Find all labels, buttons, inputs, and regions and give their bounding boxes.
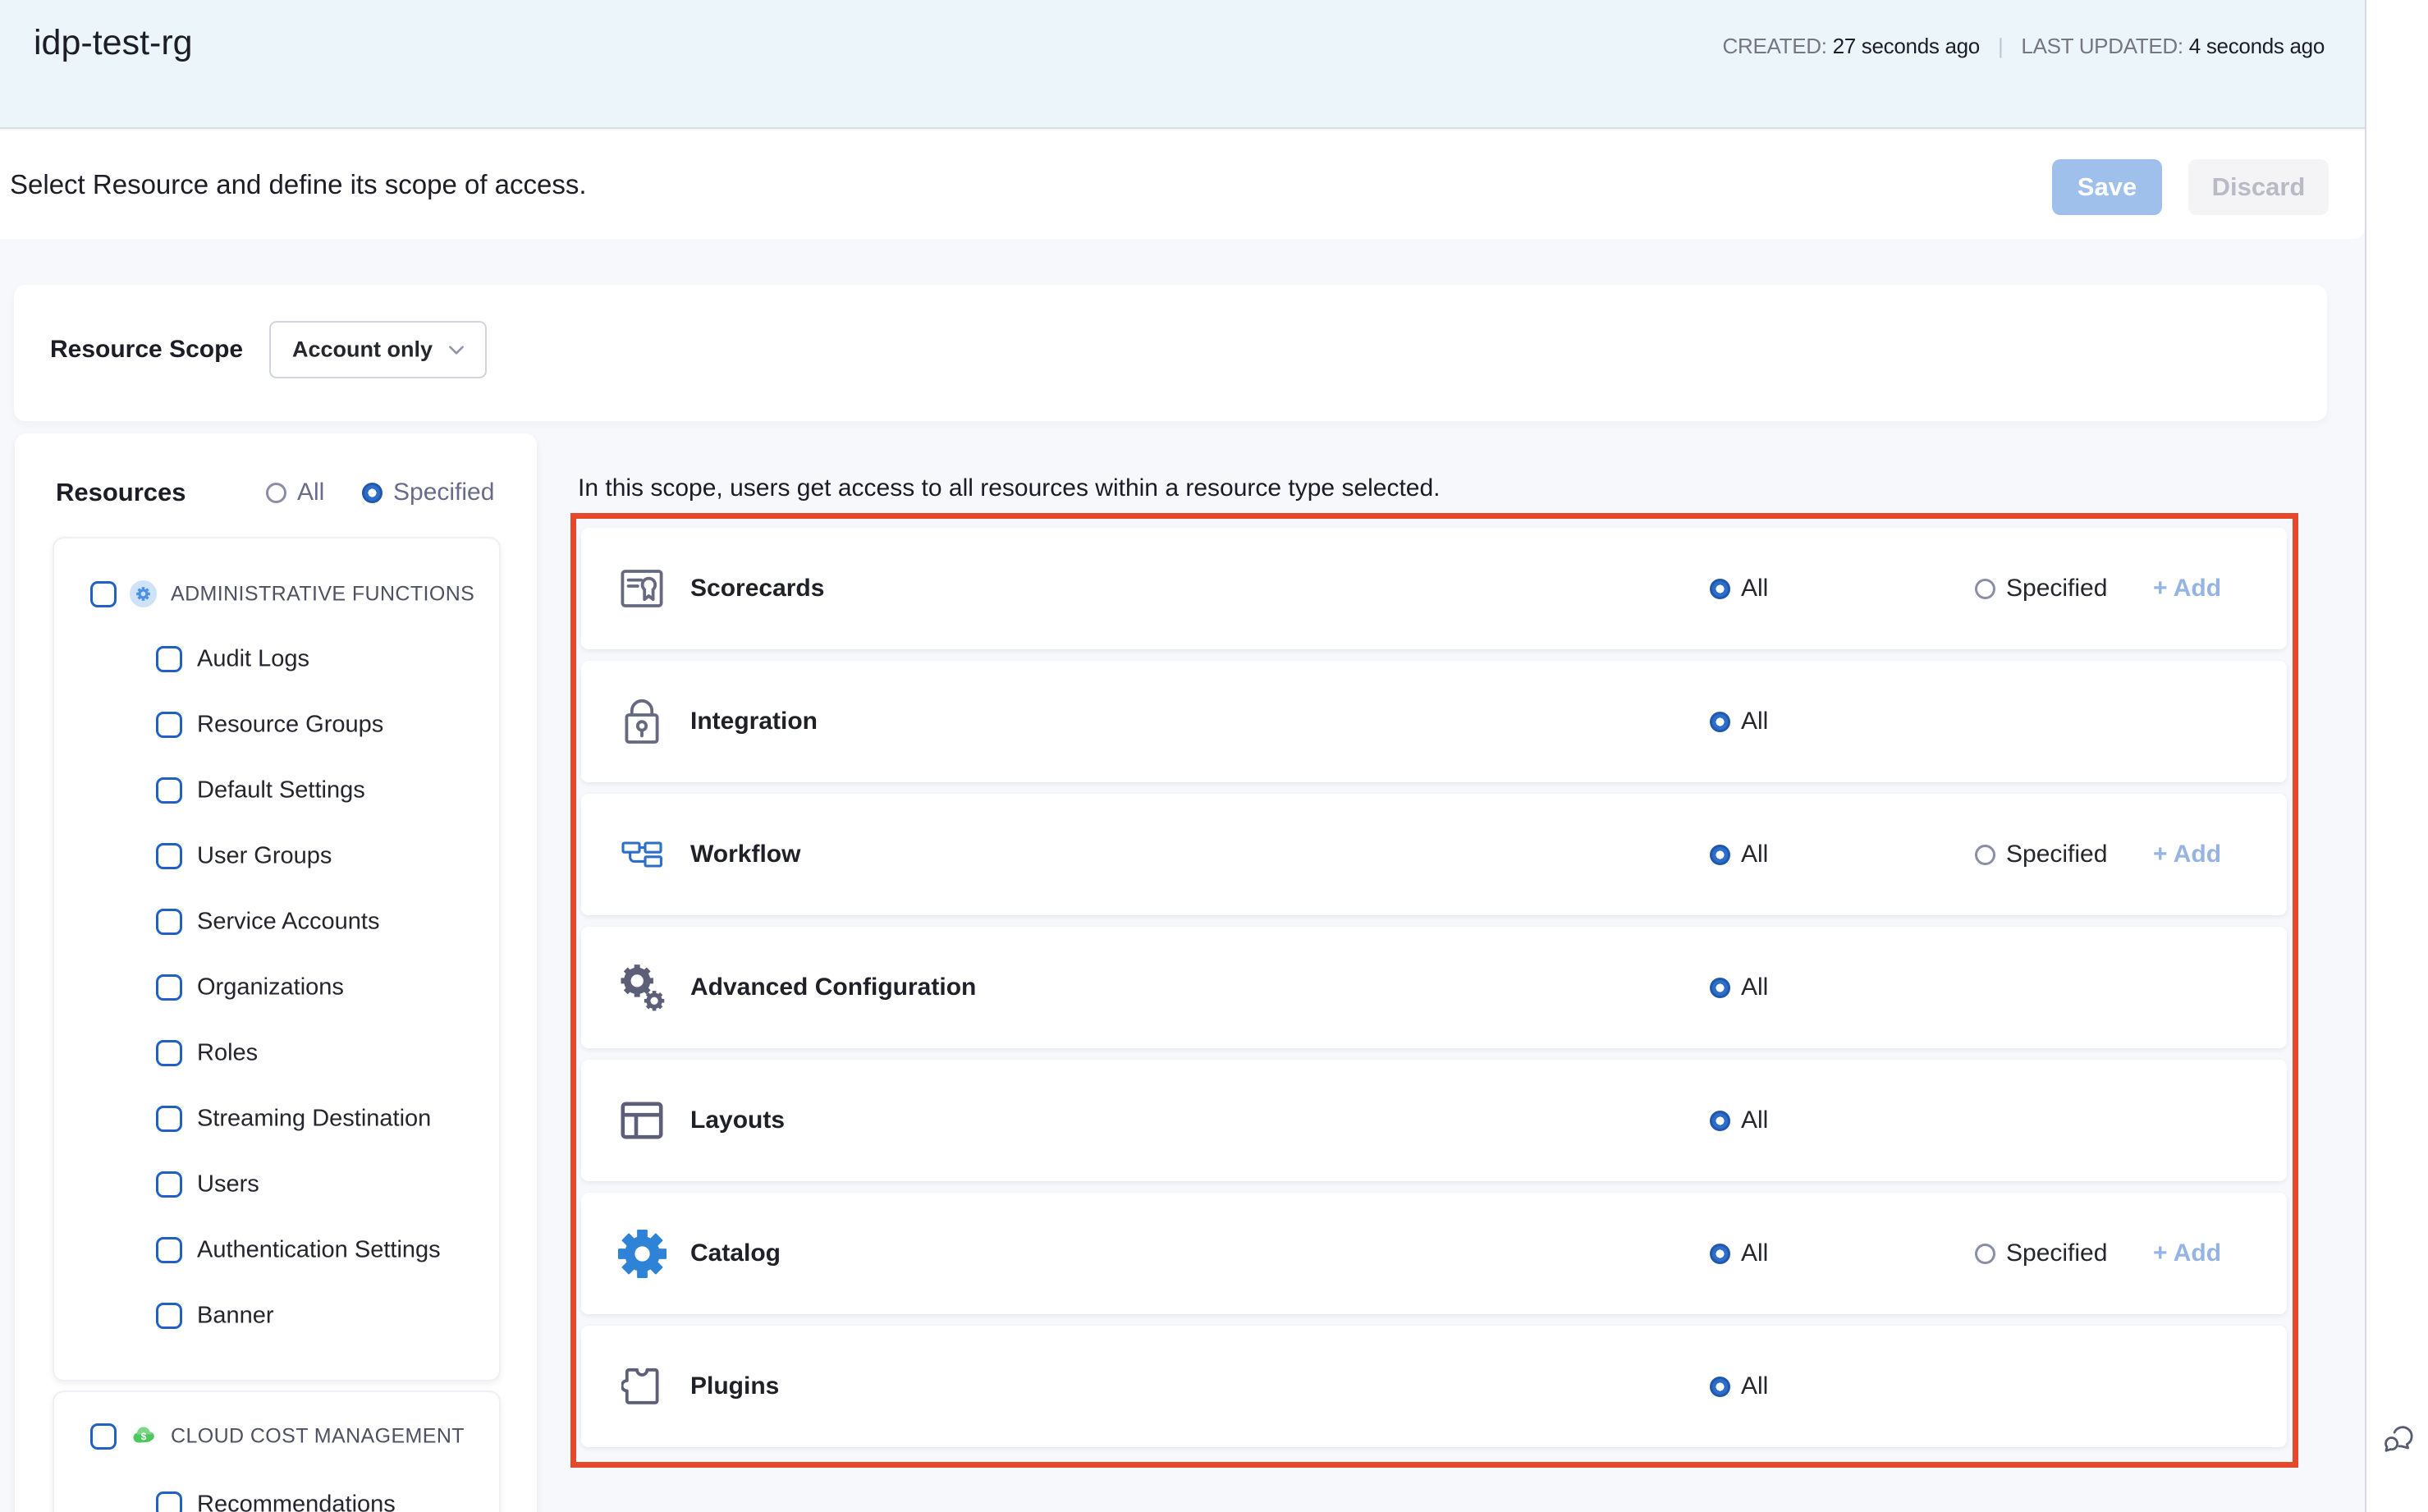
- svg-text:$: $: [140, 1431, 146, 1442]
